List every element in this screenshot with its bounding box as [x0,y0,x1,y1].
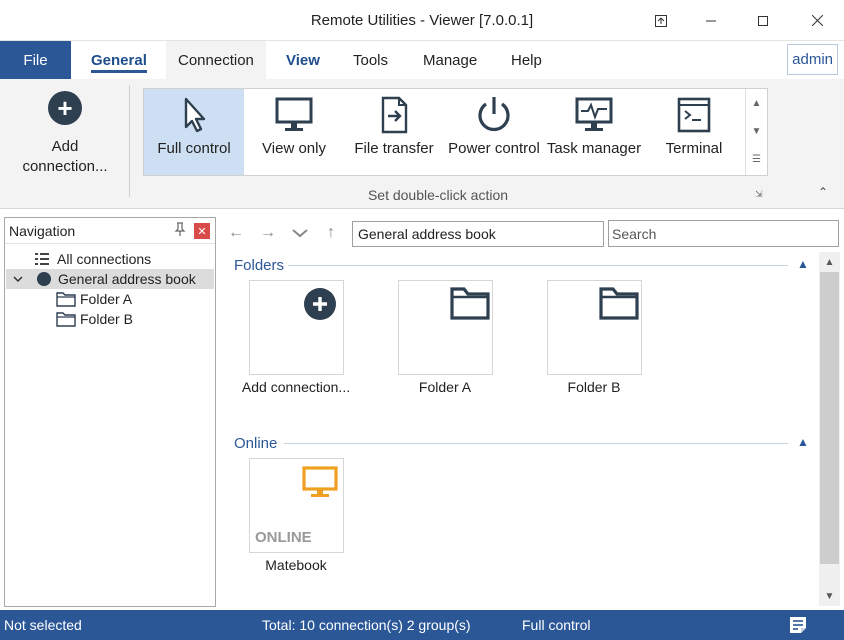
tree-item-general-address-book[interactable]: General address book [6,269,214,289]
scroll-up-icon[interactable]: ▲ [819,253,840,271]
file-menu[interactable]: File [0,41,71,79]
chevron-down-icon[interactable] [12,273,24,285]
terminal-icon [677,97,711,133]
online-section-divider [284,443,788,444]
folder-icon [450,287,490,320]
notes-icon[interactable] [788,615,808,635]
action-label: File transfer [354,140,434,157]
tab-manage[interactable]: Manage [423,41,477,79]
add-connection-label: Add connection... [22,138,108,175]
address-book-icon [37,272,51,286]
action-label: Task manager [546,140,642,157]
minimize-icon [706,20,716,21]
minimize-button[interactable] [688,0,734,41]
tile-label: Folder B [567,379,621,395]
gallery-expand-icon[interactable]: ☰ [746,145,767,173]
list-icon [35,253,49,265]
action-view-only[interactable]: View only [244,89,344,175]
status-mode: Full control [522,617,591,633]
pin-to-top-button[interactable] [638,0,684,41]
online-section-title: Online [234,435,278,452]
tab-help[interactable]: Help [511,41,542,79]
cursor-icon [184,97,206,133]
close-icon [811,15,823,26]
folder-icon [599,287,639,320]
connection-tile-matebook[interactable]: ONLINE [249,458,344,553]
tree-item-label: General address book [58,271,196,287]
tree-item-all-connections[interactable]: All connections [6,249,214,269]
pin-icon[interactable] [173,222,187,239]
pin-window-icon [655,14,667,27]
search-input[interactable]: Search [608,220,839,247]
scroll-thumb[interactable] [820,272,839,564]
tile-label: Matebook [265,557,327,573]
folder-icon [56,292,76,307]
folder-b-tile[interactable] [547,280,642,375]
monitor-icon [302,466,338,497]
action-label: View only [262,140,326,157]
action-task-manager[interactable]: Task manager [544,89,644,175]
status-bar: Not selected Total: 10 connection(s) 2 g… [0,610,844,640]
add-connection-tile[interactable] [249,280,344,375]
add-connection-button[interactable]: + Add connection... [14,91,116,177]
tab-tools[interactable]: Tools [353,41,388,79]
action-label: Terminal [665,140,723,157]
folder-a-tile[interactable] [398,280,493,375]
tree-item-folder-a[interactable]: Folder A [6,289,214,309]
action-file-transfer[interactable]: File transfer [344,89,444,175]
tile-label: Add connection... [241,379,351,395]
action-terminal[interactable]: Terminal [644,89,744,175]
ribbon: + Add connection... Full control View on… [0,79,844,209]
history-chevron-icon[interactable] [291,226,309,244]
tile-label: Folder A [418,379,472,395]
dialog-launcher-icon[interactable]: ⇲ [755,189,763,200]
double-click-action-gallery: Full control View only File transfer Pow… [143,88,768,176]
folders-section-title: Folders [234,257,285,274]
add-icon [304,288,336,320]
title-bar: Remote Utilities - Viewer [7.0.0.1] [0,0,844,41]
action-power-control[interactable]: Power control [444,89,544,175]
gallery-scroll-up-icon[interactable]: ▲ [746,89,767,117]
tree-item-folder-b[interactable]: Folder B [6,309,214,329]
content-scrollbar[interactable]: ▲ ▼ [819,252,840,606]
close-panel-icon[interactable]: ✕ [194,223,210,239]
tree-item-label: All connections [57,251,152,267]
user-button[interactable]: admin [787,44,838,75]
tab-general[interactable]: General [91,41,147,79]
power-icon [478,97,510,132]
gallery-scroll: ▲ ▼ ☰ [745,89,767,175]
status-selection: Not selected [4,617,82,633]
add-icon: + [48,91,82,125]
folders-section-divider [288,265,788,266]
menu-bar: File General Connection View Tools Manag… [0,41,844,79]
folder-icon [56,312,76,327]
action-label: Full control [157,140,231,157]
ribbon-group-label: Set double-click action [367,187,509,203]
ribbon-separator [129,85,130,197]
online-badge: ONLINE [255,529,312,546]
action-full-control[interactable]: Full control [144,89,244,175]
address-path-input[interactable]: General address book [352,221,604,247]
close-button[interactable] [794,0,840,41]
tab-view[interactable]: View [286,41,320,79]
tab-connection[interactable]: Connection [166,41,266,79]
maximize-button[interactable] [740,0,786,41]
maximize-icon [758,15,768,26]
back-arrow-icon[interactable]: ← [228,224,244,242]
file-transfer-icon [381,96,408,134]
monitor-icon [275,97,313,131]
gallery-scroll-down-icon[interactable]: ▼ [746,117,767,145]
tree-item-label: Folder B [80,311,133,327]
tree-item-label: Folder A [80,291,133,307]
collapse-ribbon-icon[interactable]: ⌃ [818,185,828,199]
collapse-online-icon[interactable]: ▲ [797,435,809,449]
status-total: Total: 10 connection(s) 2 group(s) [262,617,471,633]
scroll-down-icon[interactable]: ▼ [819,587,840,605]
up-arrow-icon[interactable]: ↑ [327,224,335,242]
navigation-panel: Navigation ✕ All connections General add… [4,217,216,607]
task-manager-icon [575,97,613,131]
collapse-folders-icon[interactable]: ▲ [797,257,809,271]
action-label: Power control [448,140,540,157]
forward-arrow-icon[interactable]: → [260,224,276,242]
